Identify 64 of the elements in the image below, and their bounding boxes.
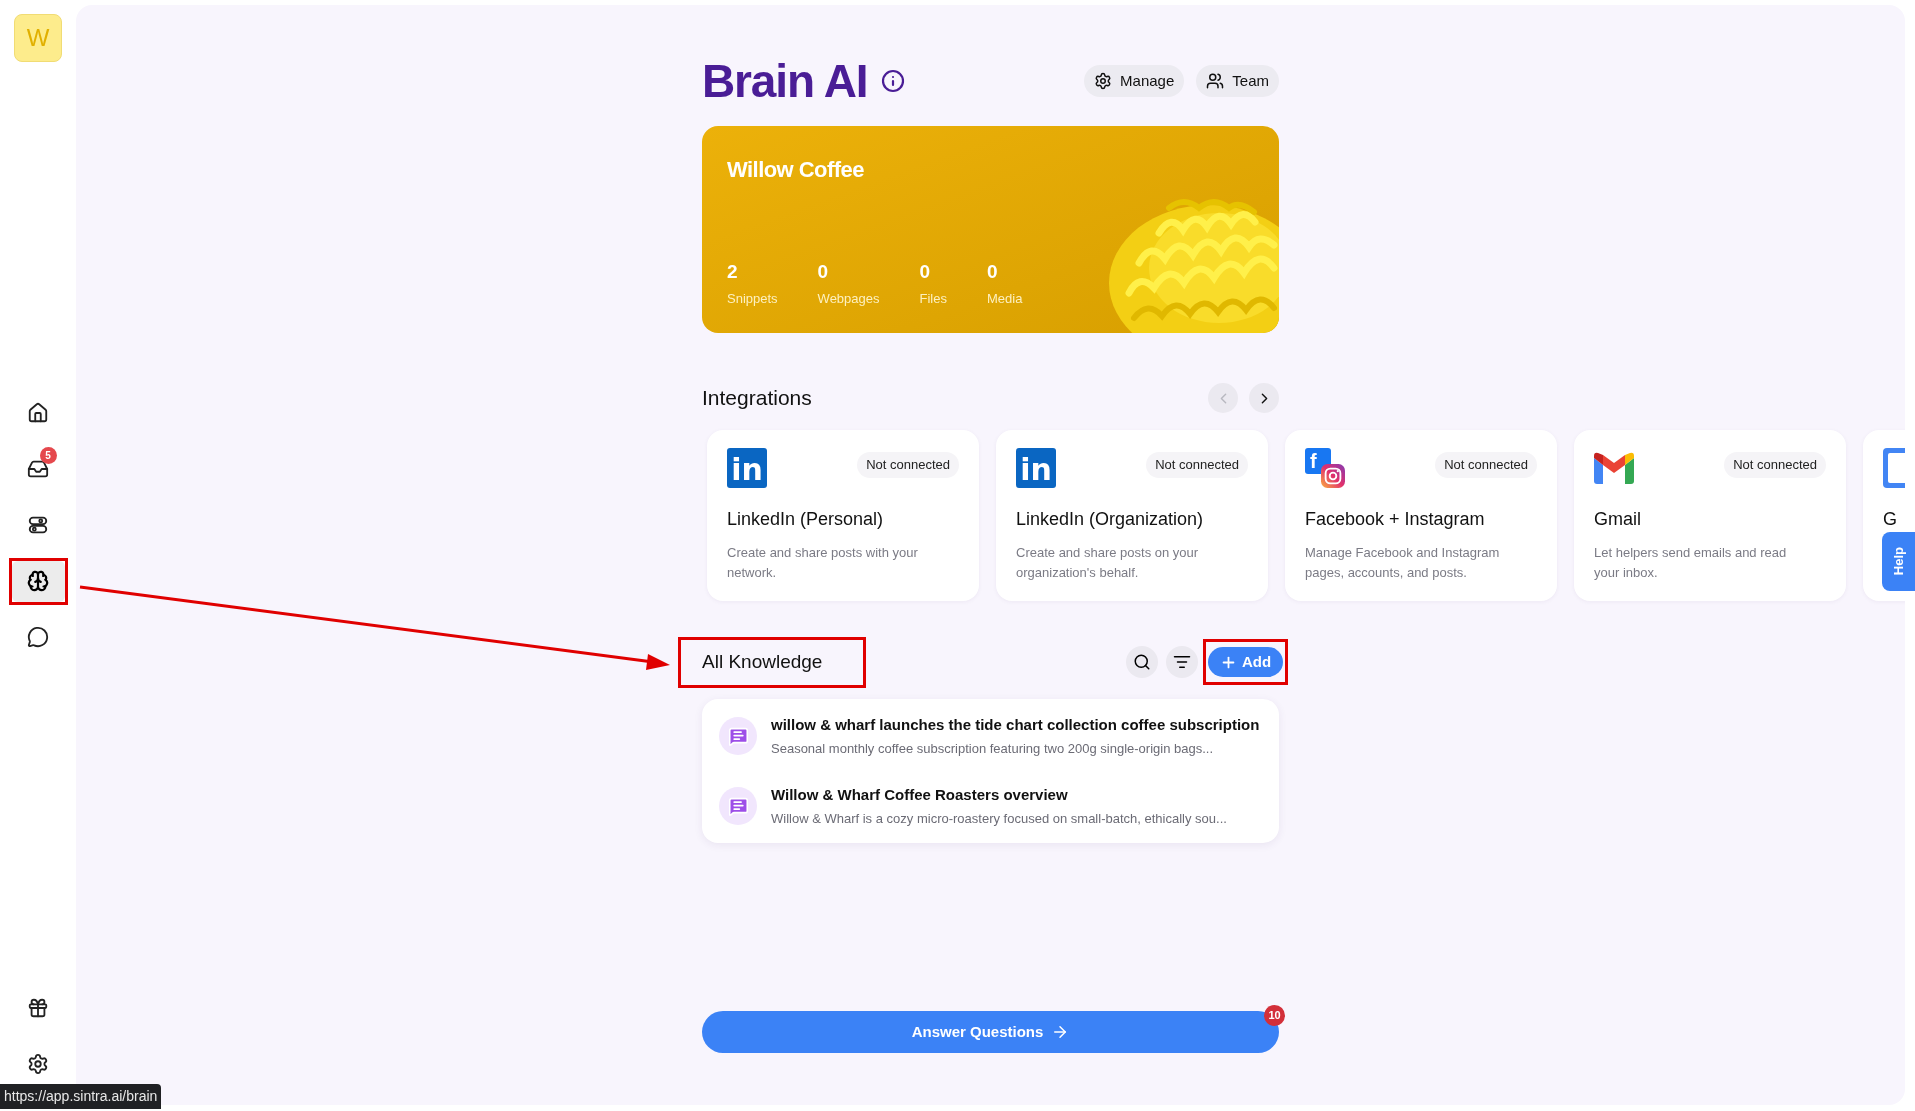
snippet-icon xyxy=(719,717,757,755)
integration-name: LinkedIn (Organization) xyxy=(1016,508,1205,531)
knowledge-title: willow & wharf launches the tide chart collection coffee subscription xyxy=(771,715,1260,735)
integration-card[interactable]: in Not connected LinkedIn (Organization) Create and share posts on your organization's behalf. xyxy=(996,430,1268,601)
search-button[interactable] xyxy=(1126,646,1158,678)
brain-icon xyxy=(27,570,49,592)
help-tab[interactable]: Help xyxy=(1882,532,1915,591)
stat-label: Webpages xyxy=(817,289,880,308)
gift-icon xyxy=(27,997,49,1019)
notification-badge: 10 xyxy=(1264,1005,1285,1026)
integration-description: Let helpers send emails and read your inbox. xyxy=(1594,544,1788,582)
knowledge-snippet: Seasonal monthly coffee subscription featuring two 200g single-origin bags... xyxy=(771,739,1215,758)
notification-badge: 5 xyxy=(39,446,57,464)
knowledge-item[interactable]: Willow & Wharf Coffee Roasters overview Willow & Wharf is a cozy micro-roastery focused on small-batch, ethically sou... xyxy=(702,771,1279,841)
sidebar-item[interactable]: 5 xyxy=(11,448,65,490)
knowledge-item[interactable]: willow & wharf launches the tide chart collection coffee subscription Seasonal monthly coffee subscription featuring two 200g single-origin bags... xyxy=(702,701,1279,771)
settings-icon xyxy=(27,1053,49,1075)
stat-label: Files xyxy=(919,289,947,308)
inbox-icon xyxy=(27,458,49,480)
integration-name: LinkedIn (Personal) xyxy=(727,508,885,531)
filter-icon xyxy=(1173,653,1191,671)
gmail-logo xyxy=(1594,452,1634,484)
knowledge-title: Willow & Wharf Coffee Roasters overview xyxy=(771,785,1069,805)
section-title: Integrations xyxy=(702,385,812,412)
filter-button[interactable] xyxy=(1166,646,1198,678)
add-button[interactable]: Add xyxy=(1207,647,1284,677)
integration-description: Create and share posts on your organization's behalf. xyxy=(1016,544,1200,582)
toggles-icon xyxy=(27,514,49,536)
users-icon xyxy=(1206,72,1225,90)
integration-name: Gmail xyxy=(1594,508,1642,531)
linkedin-logo: in xyxy=(727,448,767,488)
stat-label: Media xyxy=(986,289,1023,308)
status-badge: Not connected xyxy=(857,452,959,478)
knowledge-snippet: Willow & Wharf is a cozy micro-roastery focused on small-batch, ethically sou... xyxy=(771,809,1227,828)
integration-card[interactable]: f Not connected Facebook + Instagram Manage Facebook and Instagram pages, accounts, and posts. xyxy=(1285,430,1557,601)
integration-name: Facebook + Instagram xyxy=(1305,508,1486,531)
section-title: All Knowledge xyxy=(702,649,823,674)
search-icon xyxy=(1133,653,1151,671)
integration-card[interactable]: in Not connected LinkedIn (Personal) Create and share posts with your network. xyxy=(707,430,979,601)
page-title: Brain AI xyxy=(702,58,868,104)
stat-value: 2 xyxy=(727,260,739,284)
integration-card[interactable]: Not connected Gmail Let helpers send emails and read your inbox. xyxy=(1574,430,1846,601)
status-badge: Not connected xyxy=(1724,452,1826,478)
home-icon xyxy=(27,402,49,424)
info-icon[interactable] xyxy=(881,69,906,93)
status-badge: Not connected xyxy=(1435,452,1537,478)
stat-value: 0 xyxy=(817,260,830,284)
integration-description: Manage Facebook and Instagram pages, accounts, and posts. xyxy=(1305,544,1501,582)
url-tooltip: https://app.sintra.ai/brain xyxy=(0,1084,162,1109)
stat-value: 0 xyxy=(919,260,932,284)
linkedin-logo: in xyxy=(1016,448,1056,488)
next-button[interactable] xyxy=(1249,383,1279,413)
header-button[interactable]: Manage xyxy=(1084,65,1185,97)
stat-label: Snippets xyxy=(727,289,778,308)
banner-title: Willow Coffee xyxy=(727,156,865,184)
snippet-icon xyxy=(719,787,757,825)
facebook-instagram-logo: f xyxy=(1305,448,1345,488)
settings-icon xyxy=(1094,72,1113,90)
header-button[interactable]: Team xyxy=(1196,65,1279,97)
status-badge: Not connected xyxy=(1146,452,1248,478)
stat-value: 0 xyxy=(986,260,999,284)
integration-description: Create and share posts with your network. xyxy=(727,544,919,582)
chat-icon xyxy=(27,626,49,648)
integration-name: G xyxy=(1883,508,1898,531)
